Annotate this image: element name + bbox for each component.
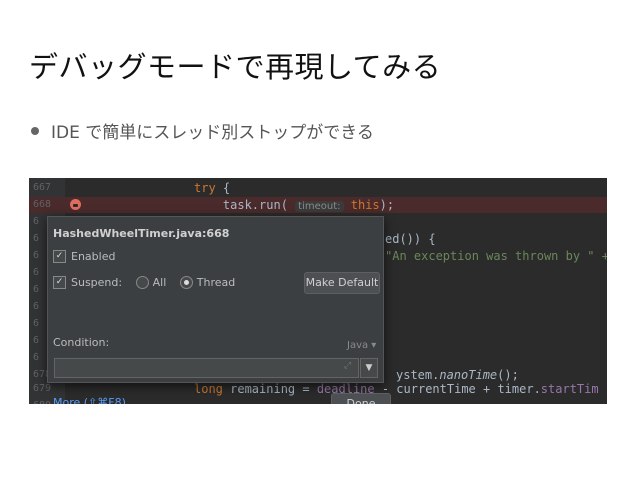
suspend-row: ✓ Suspend: All Thread bbox=[53, 275, 235, 291]
line-number: 668 bbox=[33, 199, 52, 210]
suspend-checkbox[interactable]: ✓ bbox=[53, 275, 66, 289]
code-current-time: - currentTime + timer. bbox=[374, 382, 541, 396]
bullet-item: IDE で簡単にスレッド別ストップができる bbox=[31, 118, 374, 143]
breakpoint-icon[interactable] bbox=[70, 199, 81, 210]
keyword-this: this bbox=[350, 198, 380, 212]
ide-editor: 667 try { 668 task.run( timeout: this); … bbox=[29, 178, 607, 404]
suspend-thread-radio[interactable] bbox=[179, 275, 193, 289]
code-line: 667 try { bbox=[29, 180, 607, 196]
parameter-hint: timeout: bbox=[295, 201, 344, 212]
line-number: 667 bbox=[33, 182, 52, 193]
code-text: ed()) { bbox=[385, 231, 436, 247]
condition-label: Condition: bbox=[53, 336, 110, 349]
code-text: "An exception was thrown by " + bbox=[385, 248, 607, 264]
suspend-all-radio[interactable] bbox=[135, 275, 149, 289]
make-default-button[interactable]: Make Default bbox=[304, 272, 380, 294]
code-remaining: remaining = bbox=[222, 382, 317, 396]
done-button[interactable]: Done bbox=[331, 393, 391, 404]
keyword-long: long bbox=[194, 382, 223, 396]
code-brace: { bbox=[215, 181, 231, 195]
code-exception-string: "An exception was thrown by " + bbox=[385, 249, 607, 263]
code-system: ystem. bbox=[396, 368, 440, 382]
code-ed: ed()) { bbox=[385, 232, 436, 246]
code-starttime: startTim bbox=[540, 382, 599, 396]
breakpoint-popup: HashedWheelTimer.java:668 ✓ Enabled ✓ Susp… bbox=[47, 216, 391, 404]
slide-title: デバッグモードで再現してみる bbox=[29, 50, 442, 84]
more-link[interactable]: More (⇧⌘F8) bbox=[53, 396, 126, 404]
enabled-checkbox[interactable]: ✓ bbox=[53, 249, 66, 263]
keyword-try: try bbox=[194, 181, 216, 195]
enabled-label: Enabled bbox=[71, 250, 116, 263]
code-nanotime: nanoTime bbox=[439, 368, 498, 382]
bullet-text: IDE で簡単にスレッド別ストップができる bbox=[51, 123, 374, 143]
code-line: 679 long remaining = deadline - currentT… bbox=[29, 381, 607, 397]
expand-icon[interactable]: ⤢ bbox=[344, 361, 351, 371]
code-task-run-end: ); bbox=[379, 198, 395, 212]
line-number: 679 bbox=[33, 383, 52, 394]
suspend-label: Suspend: bbox=[71, 276, 123, 289]
enabled-checkbox-row[interactable]: ✓ Enabled bbox=[53, 249, 115, 265]
code-text: try { bbox=[194, 180, 230, 196]
language-selector[interactable]: Java ▾ bbox=[347, 340, 376, 351]
code-line-highlighted: 668 task.run( timeout: this); bbox=[29, 197, 607, 213]
suspend-thread-label[interactable]: Thread bbox=[197, 276, 235, 289]
code-text: long remaining = deadline - currentTime … bbox=[194, 381, 599, 397]
code-task-run: task.run( bbox=[222, 198, 288, 212]
suspend-all-label[interactable]: All bbox=[153, 276, 167, 289]
condition-history-dropdown[interactable]: ▼ bbox=[360, 358, 378, 378]
condition-input[interactable] bbox=[54, 358, 359, 378]
code-text: task.run( timeout: this); bbox=[194, 197, 394, 215]
popup-title: HashedWheelTimer.java:668 bbox=[53, 227, 230, 240]
code-nano-end: (); bbox=[497, 368, 519, 382]
bullet-dot-icon bbox=[31, 127, 39, 135]
